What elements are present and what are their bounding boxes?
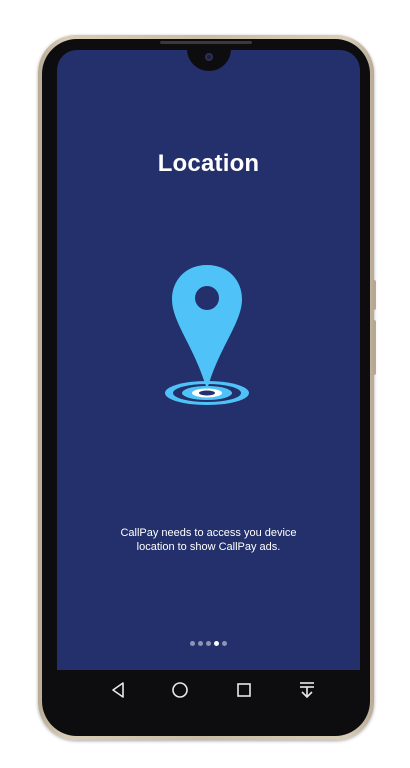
onboarding-screen: Location CallPay needs to access you dev…: [57, 50, 360, 670]
location-illustration: [162, 260, 252, 410]
description-line-1: CallPay needs to access you device: [120, 527, 297, 539]
system-navigation-bar: [57, 670, 360, 710]
nav-recents-button[interactable]: [232, 678, 256, 702]
page-dot-4[interactable]: [214, 641, 219, 646]
power-button: [372, 280, 376, 310]
phone-mockup: Location CallPay needs to access you dev…: [0, 0, 410, 768]
description-line-2: location to show CallPay ads.: [136, 541, 281, 553]
circle-home-icon: [172, 682, 188, 698]
nav-notifications-button[interactable]: [295, 678, 319, 702]
earpiece-speaker: [160, 41, 252, 44]
display-notch: [187, 50, 231, 71]
page-dot-2[interactable]: [198, 641, 203, 646]
nav-back-button[interactable]: [106, 678, 130, 702]
front-camera-icon: [205, 53, 213, 61]
page-title: Location: [157, 150, 260, 177]
page-dot-5[interactable]: [222, 641, 227, 646]
map-pin-icon: [165, 265, 249, 405]
triangle-back-icon: [112, 682, 124, 698]
page-indicator: [57, 641, 360, 646]
page-dot-3[interactable]: [206, 641, 211, 646]
volume-button: [372, 320, 376, 375]
pull-down-icon: [300, 682, 314, 699]
nav-home-button[interactable]: [168, 678, 192, 702]
permission-description: CallPay needs to access you device locat…: [57, 526, 360, 554]
page-dot-1[interactable]: [190, 641, 195, 646]
square-recents-icon: [237, 683, 251, 697]
